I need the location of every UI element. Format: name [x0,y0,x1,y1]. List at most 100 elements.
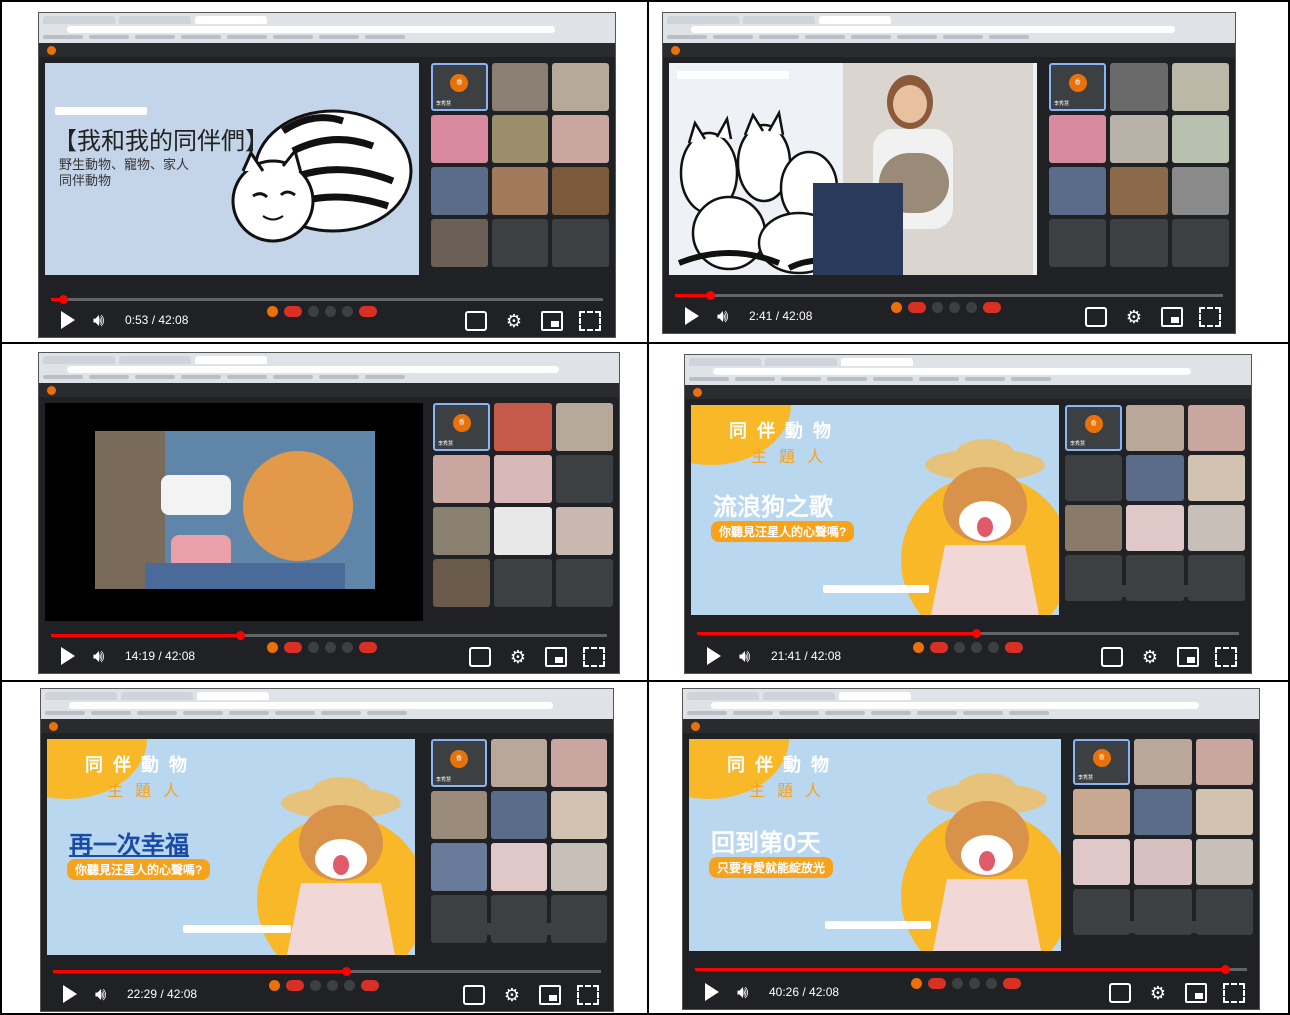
participant-tile[interactable] [494,559,552,607]
play-button[interactable] [705,983,719,1001]
browser-tab[interactable] [119,16,191,24]
participant-tile[interactable] [1065,455,1123,501]
participant-tile[interactable] [431,167,488,215]
participant-tile[interactable] [494,403,552,451]
participant-tile[interactable] [551,843,607,891]
gear-icon[interactable]: ⚙︎ [503,311,525,331]
participant-tile[interactable] [555,455,613,503]
address-bar[interactable] [711,702,1199,709]
participant-tile[interactable] [1110,167,1168,215]
participant-tile[interactable] [1110,63,1168,111]
participant-tile[interactable] [1187,405,1245,451]
participant-tile[interactable] [491,895,547,943]
miniplayer-icon[interactable] [545,647,567,667]
participant-tile[interactable] [491,63,549,111]
browser-tab[interactable] [119,356,191,364]
participant-tile-self[interactable]: 香李秀慧 [431,63,488,111]
participant-tile-self[interactable]: 香李秀慧 [433,403,491,451]
participant-tile[interactable] [491,739,547,787]
participant-tile[interactable] [491,843,547,891]
browser-tab-meet[interactable] [841,358,913,366]
browser-tab-meet[interactable] [819,16,891,24]
browser-tab[interactable] [765,358,837,366]
video-progress-bar[interactable] [695,965,1247,974]
participant-tile[interactable] [431,219,488,267]
participant-tile[interactable] [1065,505,1123,551]
participant-tile[interactable] [491,219,549,267]
participant-tile[interactable] [1049,167,1107,215]
participant-tile[interactable] [431,115,488,163]
participant-tile[interactable] [1126,455,1184,501]
gear-icon[interactable]: ⚙︎ [1139,647,1161,667]
participant-tile[interactable] [431,843,487,891]
participant-tile[interactable] [1171,63,1229,111]
participant-tile[interactable] [1171,219,1229,267]
participant-tile[interactable] [1110,219,1168,267]
participant-tile[interactable] [551,895,607,943]
participant-tile[interactable] [1187,455,1245,501]
fullscreen-icon[interactable] [1199,307,1221,327]
participant-tile[interactable] [1195,789,1253,835]
play-button[interactable] [61,311,75,329]
participant-tile[interactable] [1110,115,1168,163]
address-bar[interactable] [691,26,1175,33]
participant-tile[interactable] [1126,505,1184,551]
miniplayer-icon[interactable] [1161,307,1183,327]
volume-icon[interactable]: 🔊︎ [95,984,106,1004]
play-button[interactable] [61,647,75,665]
fullscreen-icon[interactable] [1223,983,1245,1003]
volume-icon[interactable]: 🔊︎ [717,306,728,326]
gear-icon[interactable]: ⚙︎ [507,647,529,667]
volume-icon[interactable]: 🔊︎ [93,646,104,666]
participant-tile[interactable] [555,507,613,555]
participant-tile[interactable] [433,507,491,555]
participant-tile[interactable] [1073,789,1131,835]
gear-icon[interactable]: ⚙︎ [1123,307,1145,327]
participant-tile[interactable] [1049,219,1107,267]
meet-notification[interactable] [1077,921,1249,933]
play-button[interactable] [707,647,721,665]
participant-tile[interactable] [1134,789,1192,835]
participant-tile[interactable] [551,791,607,839]
gear-icon[interactable]: ⚙︎ [1147,983,1169,1003]
miniplayer-icon[interactable] [1177,647,1199,667]
browser-tab-meet[interactable] [197,692,269,700]
browser-tab[interactable] [667,16,739,24]
participant-tile[interactable] [1171,167,1229,215]
browser-tab[interactable] [743,16,815,24]
participant-tile[interactable] [1073,839,1131,885]
browser-tab[interactable] [687,692,759,700]
volume-icon[interactable]: 🔊︎ [93,310,104,330]
browser-tab[interactable] [43,356,115,364]
browser-tab[interactable] [43,16,115,24]
fullscreen-icon[interactable] [579,311,601,331]
participant-tile[interactable] [491,167,549,215]
miniplayer-icon[interactable] [1185,983,1207,1003]
volume-icon[interactable]: 🔊︎ [737,982,748,1002]
browser-tab[interactable] [689,358,761,366]
miniplayer-icon[interactable] [539,985,561,1005]
participant-tile[interactable] [1187,505,1245,551]
participant-tile[interactable] [1134,839,1192,885]
participant-tile[interactable] [552,63,609,111]
participant-tile[interactable] [491,791,547,839]
participant-tile[interactable] [431,895,487,943]
browser-tab-meet[interactable] [195,16,267,24]
browser-tab[interactable] [45,692,117,700]
address-bar[interactable] [67,366,559,373]
participant-tile[interactable] [491,115,549,163]
meet-notification[interactable] [1071,585,1241,597]
address-bar[interactable] [67,26,555,33]
browser-tab-meet[interactable] [195,356,267,364]
gear-icon[interactable]: ⚙︎ [501,985,523,1005]
participant-tile[interactable] [494,507,552,555]
participant-tile-self[interactable]: 香李秀慧 [1065,405,1123,451]
video-progress-bar[interactable] [53,967,601,976]
browser-tab-meet[interactable] [839,692,911,700]
captions-icon[interactable] [465,311,487,331]
address-bar[interactable] [713,368,1191,375]
meet-notification[interactable] [443,923,603,935]
participant-tile[interactable] [433,455,491,503]
participant-tile[interactable] [1134,739,1192,785]
volume-icon[interactable]: 🔊︎ [739,646,750,666]
